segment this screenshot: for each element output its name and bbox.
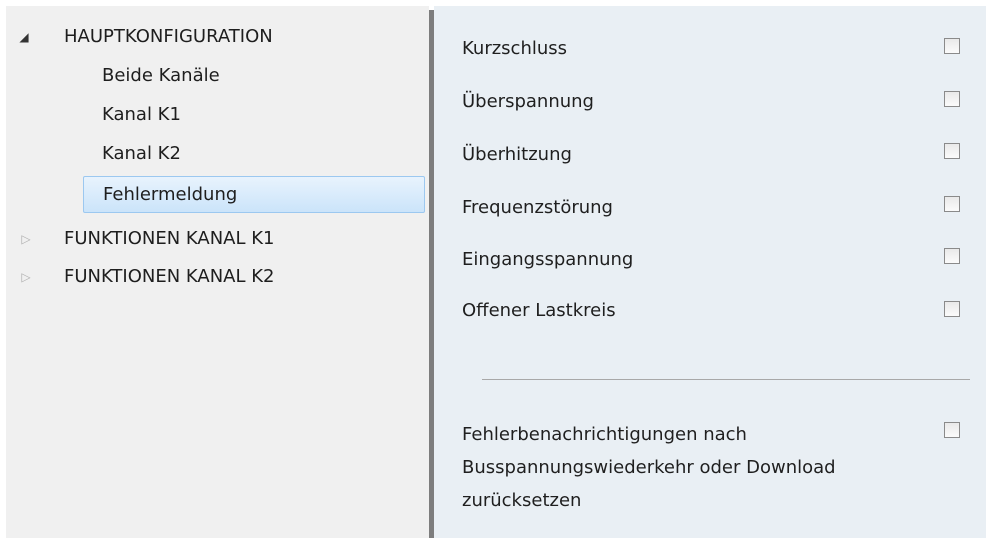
- tree-item-fehlermeldung[interactable]: Fehlermeldung: [83, 176, 425, 213]
- checkbox-reset-notifications[interactable]: [944, 422, 960, 438]
- option-label-offener-lastkreis: Offener Lastkreis: [462, 300, 616, 321]
- separator-line: [482, 379, 970, 380]
- tree-item-beide-kanaele[interactable]: Beide Kanäle: [102, 61, 220, 91]
- checkbox-ueberhitzung[interactable]: [944, 143, 960, 159]
- tree-item-kanal-k1[interactable]: Kanal K1: [102, 100, 181, 130]
- option-label-eingangsspannung: Eingangsspannung: [462, 249, 634, 270]
- checkbox-ueberspannung[interactable]: [944, 91, 960, 107]
- checkbox-kurzschluss[interactable]: [944, 38, 960, 54]
- option-label-ueberspannung: Überspannung: [462, 91, 594, 112]
- option-label-kurzschluss: Kurzschluss: [462, 38, 568, 59]
- collapsed-arrow-icon[interactable]: ▷: [20, 262, 32, 292]
- tree-item-funktionen-kanal-k2[interactable]: FUNKTIONEN KANAL K2: [64, 262, 274, 292]
- checkbox-frequenzstoerung[interactable]: [944, 196, 960, 212]
- expand-arrow-icon[interactable]: ◢: [18, 22, 30, 52]
- tree-item-funktionen-kanal-k1[interactable]: FUNKTIONEN KANAL K1: [64, 224, 274, 254]
- tree-item-kanal-k2[interactable]: Kanal K2: [102, 139, 181, 169]
- option-label-frequenzstoerung: Frequenzstörung: [462, 197, 613, 218]
- tree-item-hauptkonfiguration[interactable]: HAUPTKONFIGURATION: [64, 22, 273, 52]
- checkbox-offener-lastkreis[interactable]: [944, 301, 960, 317]
- option-label-reset-notifications: Fehlerbenachrichtigungen nach Busspannun…: [462, 424, 836, 511]
- checkbox-eingangsspannung[interactable]: [944, 248, 960, 264]
- collapsed-arrow-icon[interactable]: ▷: [20, 224, 32, 254]
- option-label-ueberhitzung: Überhitzung: [462, 144, 572, 165]
